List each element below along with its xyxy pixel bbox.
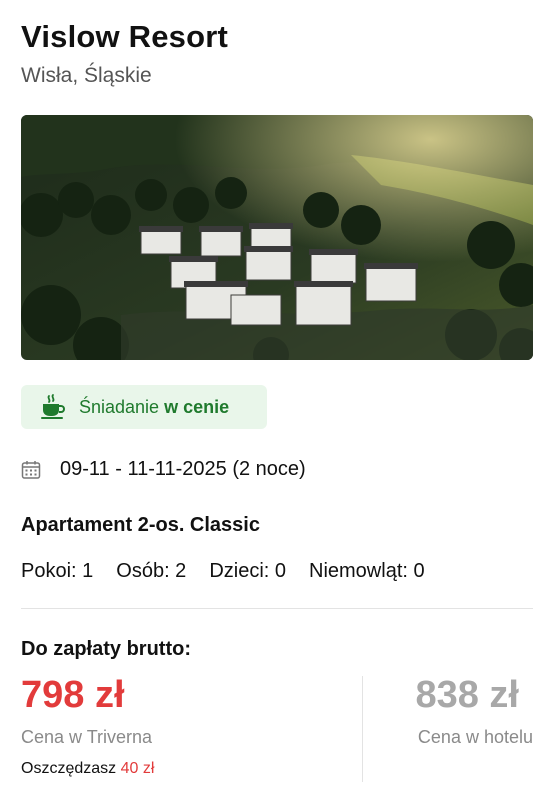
children-count: Dzieci: 0 bbox=[209, 560, 287, 582]
stay-dates-text: 09-11 - 11-11-2025 (2 noce) bbox=[60, 458, 306, 480]
rooms-count: Pokoi: 1 bbox=[21, 560, 94, 582]
occupancy-summary: Pokoi: 1 Osób: 2 Dzieci: 0 Niemowląt: 0 bbox=[21, 560, 425, 583]
our-price: 798 zł bbox=[21, 674, 125, 716]
hotel-name: Vislow Resort bbox=[21, 19, 229, 54]
hotel-price-caption: Cena w hotelu bbox=[417, 727, 533, 747]
badge-prefix: Śniadanie bbox=[79, 396, 160, 417]
infants-count: Niemowląt: 0 bbox=[309, 560, 425, 582]
hotel-price: 838 zł bbox=[415, 674, 519, 716]
our-price-caption: Cena w Triverna bbox=[21, 727, 153, 747]
hotel-location: Wisła, Śląskie bbox=[21, 64, 152, 87]
savings-label: Oszczędzasz bbox=[21, 760, 117, 777]
persons-count: Osób: 2 bbox=[116, 560, 187, 582]
payment-label: Do zapłaty brutto: bbox=[21, 638, 191, 660]
price-column-divider bbox=[362, 676, 363, 782]
calendar-icon bbox=[21, 460, 41, 479]
badge-emphasis: w cenie bbox=[164, 396, 230, 417]
savings-line: Oszczędzasz 40 zł bbox=[21, 760, 154, 778]
stay-dates: 09-11 - 11-11-2025 (2 noce) bbox=[21, 458, 306, 481]
hotel-photo[interactable] bbox=[21, 115, 533, 360]
resort-aerial-illustration bbox=[21, 115, 533, 360]
room-name: Apartament 2-os. Classic bbox=[21, 514, 260, 536]
breakfast-included-badge: Śniadanie w cenie bbox=[21, 385, 267, 429]
section-divider bbox=[21, 608, 533, 609]
savings-amount: 40 zł bbox=[120, 760, 155, 777]
coffee-cup-icon bbox=[41, 394, 66, 419]
breakfast-badge-text: Śniadanie w cenie bbox=[79, 397, 229, 418]
